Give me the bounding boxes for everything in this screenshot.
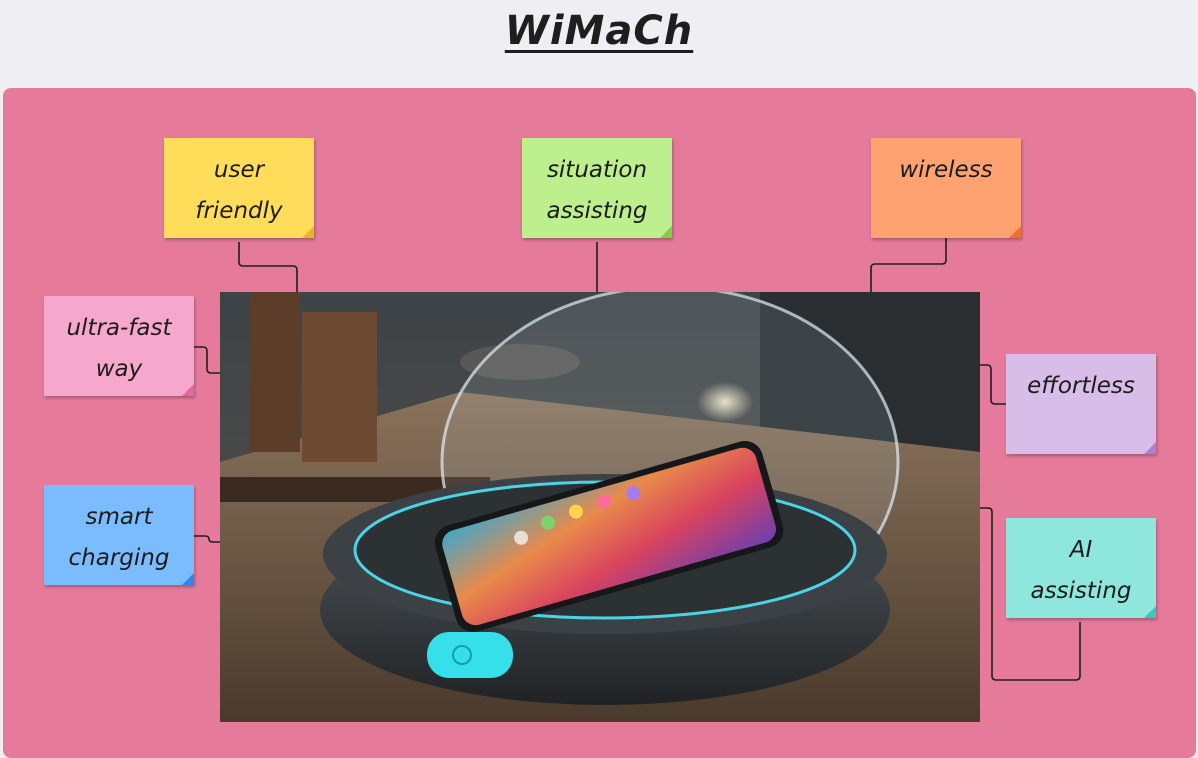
connector-ultra-fast-way: [194, 346, 220, 374]
note-user-friendly-line-2: friendly: [195, 198, 283, 224]
note-situation-assisting[interactable]: situation assisting: [522, 138, 672, 238]
connector-wireless: [870, 238, 947, 292]
note-situation-assisting-line-2: assisting: [546, 198, 648, 224]
note-ultra-fast-way[interactable]: ultra-fast way: [44, 296, 194, 396]
note-fold: [1009, 226, 1021, 238]
note-fold: [182, 573, 194, 585]
note-effortless-line-1: effortless: [1027, 373, 1135, 399]
note-fold: [1144, 606, 1156, 618]
note-ai-assisting-line-1: AI: [1069, 537, 1093, 563]
note-ai-assisting[interactable]: AI assisting: [1006, 518, 1156, 618]
note-fold: [302, 226, 314, 238]
product-photo: [220, 292, 980, 722]
note-situation-assisting-line-1: situation: [546, 157, 648, 183]
connector-effortless: [980, 364, 1006, 405]
note-wireless-line-1: wireless: [899, 157, 993, 183]
note-smart-charging[interactable]: smart charging: [44, 485, 194, 585]
note-user-friendly-line-1: user: [213, 157, 265, 183]
note-user-friendly[interactable]: user friendly: [164, 138, 314, 238]
connector-user-friendly: [238, 242, 298, 292]
note-ultra-fast-way-line-2: way: [95, 356, 143, 382]
connector-smart-charging: [194, 535, 220, 543]
note-fold: [1144, 442, 1156, 454]
note-smart-charging-line-1: smart: [85, 504, 153, 530]
note-wireless[interactable]: wireless: [871, 138, 1021, 238]
note-fold: [182, 384, 194, 396]
note-smart-charging-line-2: charging: [68, 545, 170, 571]
note-ai-assisting-line-2: assisting: [1030, 578, 1132, 604]
note-effortless[interactable]: effortless: [1006, 354, 1156, 454]
note-ultra-fast-way-line-1: ultra-fast: [66, 315, 172, 341]
note-fold: [660, 226, 672, 238]
